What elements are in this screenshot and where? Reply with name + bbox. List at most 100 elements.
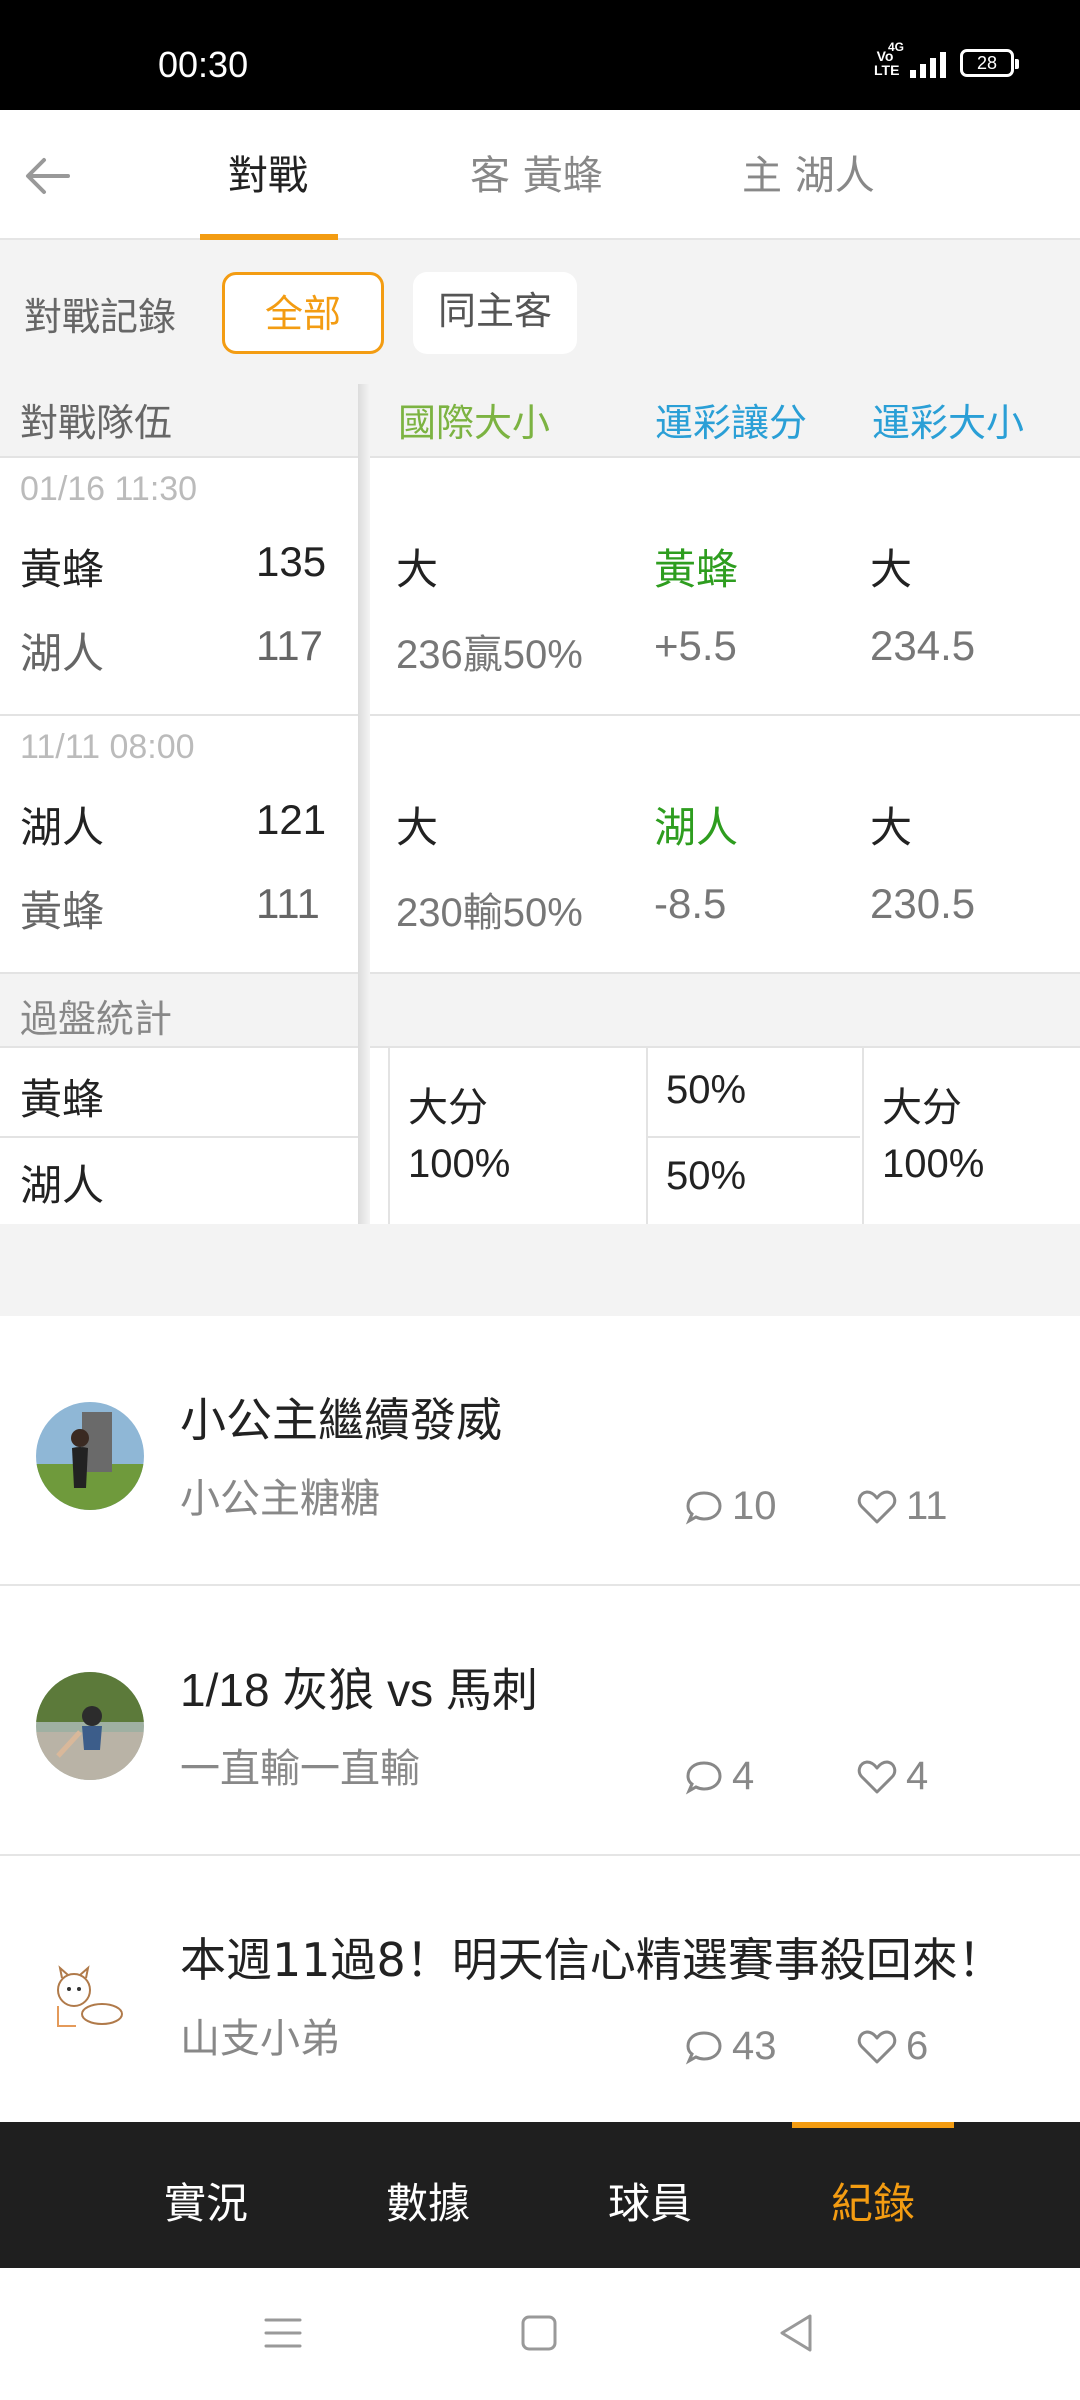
match-team2: 湖人 bbox=[20, 629, 105, 678]
stats-divider bbox=[648, 1136, 860, 1138]
stats-team1: 黃蜂 bbox=[20, 1075, 105, 1124]
stats-ou-label: 大分 bbox=[882, 1085, 962, 1131]
filter-label: 對戰記錄 bbox=[24, 295, 177, 339]
battery-icon: 28 bbox=[960, 49, 1019, 77]
like-count[interactable]: 6 bbox=[856, 2024, 928, 2069]
frozen-column-shadow bbox=[358, 384, 370, 1224]
nav-players[interactable]: 球員 bbox=[580, 2170, 720, 2231]
comment-count-value: 4 bbox=[732, 1754, 755, 1798]
like-count-value: 4 bbox=[906, 1754, 929, 1798]
stats-summary: 黃蜂 湖人 大分 100% 50% 50% 大分 100% bbox=[0, 1048, 1080, 1228]
intl-result: 大 bbox=[396, 545, 439, 594]
like-count[interactable]: 4 bbox=[856, 1754, 928, 1799]
post-author[interactable]: 一直輸一直輸 bbox=[180, 1736, 420, 1794]
avatar[interactable] bbox=[36, 1672, 144, 1780]
stats-team2: 湖人 bbox=[20, 1161, 105, 1210]
spread-team: 黃蜂 bbox=[654, 545, 739, 594]
stats-divider bbox=[646, 1048, 648, 1228]
spread-line: -8.5 bbox=[654, 880, 727, 927]
post-title[interactable]: 小公主繼續發威 bbox=[180, 1384, 502, 1450]
signal-icon: 4G bbox=[888, 40, 946, 78]
like-count-value: 6 bbox=[906, 2024, 929, 2068]
status-time: 00:30 bbox=[158, 44, 249, 85]
like-count-value: 11 bbox=[906, 1484, 948, 1528]
battery-level: 28 bbox=[976, 53, 998, 73]
comment-count[interactable]: 4 bbox=[684, 1754, 754, 1799]
match-date: 01/16 11:30 bbox=[20, 470, 198, 508]
heart-icon bbox=[857, 2030, 897, 2063]
status-bar: 00:30 Vo LTE 4G 28 bbox=[0, 0, 1080, 110]
list-item[interactable]: 1/18 灰狼 vs 馬刺 一直輸一直輸 4 4 bbox=[0, 1586, 1080, 1856]
ou-line: 230.5 bbox=[870, 880, 976, 927]
list-item[interactable]: 小公主繼續發威 小公主糖糖 10 11 bbox=[0, 1316, 1080, 1586]
comment-count[interactable]: 43 bbox=[684, 2024, 777, 2069]
stats-divider bbox=[0, 1136, 360, 1138]
ou-result: 大 bbox=[870, 803, 913, 852]
filter-all-button[interactable]: 全部 bbox=[222, 272, 384, 354]
menu-icon[interactable] bbox=[258, 2308, 308, 2358]
heart-icon bbox=[857, 1760, 897, 1793]
top-tab-bar: 對戰 客 黃蜂 主 湖人 bbox=[0, 110, 1080, 240]
comment-count-value: 10 bbox=[732, 1484, 777, 1528]
comment-icon bbox=[685, 1490, 722, 1525]
heart-icon bbox=[857, 1490, 897, 1523]
comment-count-value: 43 bbox=[732, 2024, 777, 2068]
nav-data[interactable]: 數據 bbox=[358, 2170, 498, 2231]
stats-intl-label: 大分 bbox=[408, 1085, 488, 1131]
tab-matchup[interactable]: 對戰 bbox=[228, 150, 308, 202]
bottom-nav: 實況 數據 球員 紀錄 bbox=[0, 2122, 1080, 2268]
spread-line: +5.5 bbox=[654, 622, 737, 669]
match-score2: 117 bbox=[256, 622, 323, 669]
stats-header: 過盤統計 bbox=[0, 974, 1080, 1048]
stats-spread-pct2: 50% bbox=[666, 1154, 747, 1198]
comment-icon bbox=[685, 1760, 722, 1795]
header-intl-ou: 國際大小 bbox=[398, 401, 551, 445]
ou-line: 234.5 bbox=[870, 622, 976, 669]
nav-live[interactable]: 實況 bbox=[136, 2170, 276, 2231]
match-score2: 111 bbox=[256, 880, 320, 927]
post-title[interactable]: 1/18 灰狼 vs 馬刺 bbox=[180, 1654, 538, 1720]
header-lottery-ou: 運彩大小 bbox=[872, 401, 1025, 445]
stats-divider bbox=[862, 1048, 864, 1228]
stats-spread-pct1: 50% bbox=[666, 1068, 747, 1112]
spread-team: 湖人 bbox=[654, 803, 739, 852]
table-header: 對戰隊伍 國際大小 運彩讓分 運彩大小 bbox=[0, 370, 1080, 458]
nav-records[interactable]: 紀錄 bbox=[803, 2170, 943, 2231]
back-triangle-icon[interactable] bbox=[772, 2308, 822, 2358]
match-row[interactable]: 01/16 11:30 黃蜂 135 湖人 117 大 236贏50% 黃蜂 +… bbox=[0, 458, 1080, 716]
matchup-table: 對戰隊伍 國際大小 運彩讓分 運彩大小 01/16 11:30 黃蜂 135 湖… bbox=[0, 370, 1080, 1228]
match-team2: 黃蜂 bbox=[20, 887, 105, 936]
post-list: 小公主繼續發威 小公主糖糖 10 11 1/18 灰狼 vs 馬刺 一直輸一直輸… bbox=[0, 1316, 1080, 2126]
ou-result: 大 bbox=[870, 545, 913, 594]
avatar[interactable] bbox=[36, 1942, 144, 2050]
stats-divider bbox=[388, 1048, 390, 1228]
section-spacer bbox=[0, 1224, 1080, 1316]
post-author[interactable]: 小公主糖糖 bbox=[180, 1466, 380, 1524]
tab-home-team[interactable]: 主 湖人 bbox=[742, 150, 875, 202]
comment-count[interactable]: 10 bbox=[684, 1484, 777, 1529]
stats-intl-pct: 100% bbox=[408, 1142, 511, 1186]
avatar[interactable] bbox=[36, 1402, 144, 1510]
match-score1: 121 bbox=[256, 796, 327, 843]
header-lottery-spread: 運彩讓分 bbox=[655, 401, 808, 445]
match-row[interactable]: 11/11 08:00 湖人 121 黃蜂 111 大 230輸50% 湖人 -… bbox=[0, 716, 1080, 974]
intl-line: 236贏50% bbox=[396, 633, 583, 677]
match-team1: 黃蜂 bbox=[20, 545, 105, 594]
filter-row: 對戰記錄 全部 同主客 bbox=[0, 240, 1080, 370]
stats-title: 過盤統計 bbox=[20, 997, 173, 1041]
home-square-icon[interactable] bbox=[514, 2308, 564, 2358]
post-title[interactable]: 本週11過8！明天信心精選賽事殺回來！ bbox=[180, 1924, 1004, 1990]
post-author[interactable]: 山支小弟 bbox=[180, 2006, 340, 2064]
comment-icon bbox=[685, 2030, 722, 2065]
header-team: 對戰隊伍 bbox=[20, 401, 173, 445]
stats-ou-pct: 100% bbox=[882, 1142, 985, 1186]
network-type: 4G bbox=[888, 40, 905, 54]
match-score1: 135 bbox=[256, 538, 327, 585]
match-team1: 湖人 bbox=[20, 803, 105, 852]
back-arrow-icon[interactable] bbox=[22, 150, 74, 202]
tab-away-team[interactable]: 客 黃蜂 bbox=[470, 150, 603, 202]
list-item[interactable]: 本週11過8！明天信心精選賽事殺回來！ 山支小弟 43 6 bbox=[0, 1856, 1080, 2126]
like-count[interactable]: 11 bbox=[856, 1484, 948, 1529]
status-icons: Vo LTE 4G 28 bbox=[874, 40, 1019, 78]
filter-same-venue-button[interactable]: 同主客 bbox=[413, 272, 577, 354]
